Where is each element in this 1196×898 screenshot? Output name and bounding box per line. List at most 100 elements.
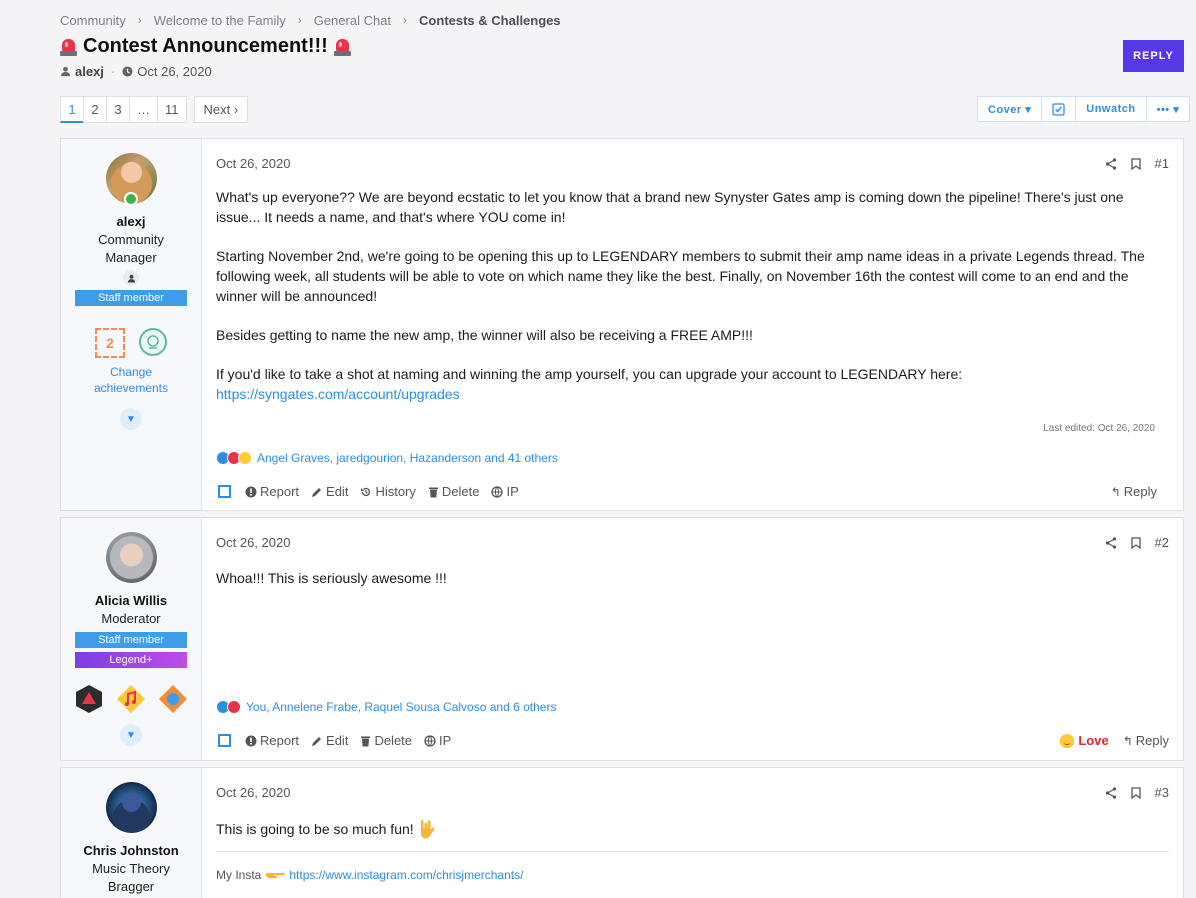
page-title: Contest Announcement!!! bbox=[60, 35, 351, 58]
post-body: What's up everyone?? We are beyond ecsta… bbox=[216, 187, 1169, 404]
post-username[interactable]: Alicia Willis bbox=[61, 593, 201, 608]
bookmark-icon[interactable] bbox=[1130, 536, 1141, 549]
chevron-down-icon[interactable]: ▼ bbox=[120, 408, 142, 430]
ip-button[interactable]: IP bbox=[424, 733, 451, 748]
share-icon[interactable] bbox=[1105, 786, 1117, 799]
reaction-users[interactable]: You, Annelene Frabe, Raquel Sousa Calvos… bbox=[246, 700, 556, 714]
post-number[interactable]: #2 bbox=[1155, 535, 1169, 550]
upgrade-link[interactable]: https://syngates.com/account/upgrades bbox=[216, 386, 460, 402]
reactions-bar[interactable]: Angel Graves, jaredgourion, Hazanderson … bbox=[216, 451, 558, 465]
post-footer: Report Edit History Delete IP ↰ Reply bbox=[218, 484, 1169, 499]
pointing-hand-icon bbox=[266, 873, 286, 879]
post-1: alexj Community Manager Staff member 2 C… bbox=[60, 138, 1184, 511]
post-text: Whoa!!! This is seriously awesome !!! bbox=[216, 570, 447, 586]
avatar[interactable] bbox=[105, 532, 157, 583]
bookmark-icon[interactable] bbox=[1130, 157, 1141, 170]
user-title: Music Theory Bragger bbox=[92, 861, 170, 894]
trash-icon bbox=[428, 487, 438, 497]
clock-icon bbox=[122, 66, 133, 77]
history-icon bbox=[361, 487, 371, 496]
bookmark-icon[interactable] bbox=[1130, 786, 1141, 799]
delete-button[interactable]: Delete bbox=[428, 484, 479, 499]
change-achievements-link[interactable]: Change achievements bbox=[83, 364, 179, 396]
select-checkbox[interactable] bbox=[218, 734, 231, 747]
reactions-bar[interactable]: You, Annelene Frabe, Raquel Sousa Calvos… bbox=[216, 700, 556, 714]
select-checkbox[interactable] bbox=[218, 485, 231, 498]
more-options-button[interactable]: ••• ▾ bbox=[1147, 97, 1190, 121]
music-note-icon[interactable] bbox=[116, 684, 146, 714]
reply-post-button[interactable]: ↰ Reply bbox=[1111, 484, 1157, 499]
pencil-icon bbox=[312, 736, 322, 746]
report-button[interactable]: Report bbox=[245, 733, 299, 748]
alert-icon bbox=[245, 486, 257, 497]
achievements bbox=[61, 684, 201, 714]
page-3[interactable]: 3 bbox=[106, 96, 130, 123]
signature-divider bbox=[216, 851, 1169, 852]
love-reaction-button[interactable]: Love bbox=[1060, 733, 1109, 748]
share-icon[interactable] bbox=[1105, 536, 1117, 549]
instagram-link[interactable]: https://www.instagram.com/chrisjmerchant… bbox=[289, 868, 523, 882]
post-body: Whoa!!! This is seriously awesome !!! bbox=[216, 568, 1169, 607]
post-date[interactable]: Oct 26, 2020 bbox=[216, 156, 290, 171]
edit-button[interactable]: Edit bbox=[311, 484, 348, 499]
avatar[interactable] bbox=[105, 782, 157, 833]
achievement-icon[interactable] bbox=[158, 684, 188, 714]
breadcrumb-community[interactable]: Community bbox=[60, 13, 126, 28]
edit-button[interactable]: Edit bbox=[311, 733, 348, 748]
reply-button[interactable]: REPLY bbox=[1123, 40, 1184, 72]
achievement-icon[interactable] bbox=[74, 684, 104, 714]
post-content: Oct 26, 2020 #2 Whoa!!! This is seriousl… bbox=[202, 518, 1183, 760]
online-status-icon bbox=[124, 192, 138, 206]
post-date[interactable]: Oct 26, 2020 bbox=[216, 785, 290, 800]
post-username[interactable]: alexj bbox=[61, 214, 201, 229]
breadcrumb: Community › Welcome to the Family › Gene… bbox=[60, 13, 561, 28]
check-icon[interactable] bbox=[1042, 97, 1077, 121]
love-icon bbox=[227, 700, 241, 714]
page-1[interactable]: 1 bbox=[60, 96, 84, 123]
post-tools: #2 bbox=[1105, 535, 1169, 550]
user-title: Community Manager bbox=[98, 232, 164, 265]
legend-plus-banner: Legend+ bbox=[75, 652, 187, 668]
globe-icon bbox=[424, 734, 436, 747]
reply-icon: ↰ bbox=[1122, 733, 1133, 748]
heart-eyes-icon bbox=[1060, 733, 1075, 748]
page-2[interactable]: 2 bbox=[83, 96, 107, 123]
page-11[interactable]: 11 bbox=[157, 96, 187, 123]
report-button[interactable]: Report bbox=[245, 484, 299, 499]
post-paragraph: What's up everyone?? We are beyond ecsta… bbox=[216, 189, 1124, 225]
post-user-sidebar: Chris Johnston Music Theory Bragger bbox=[61, 768, 202, 898]
post-paragraph: Besides getting to name the new amp, the… bbox=[216, 327, 753, 343]
post-username[interactable]: Chris Johnston bbox=[61, 843, 201, 858]
reply-post-button[interactable]: ↰ Reply bbox=[1123, 733, 1169, 748]
share-icon[interactable] bbox=[1105, 157, 1117, 170]
chevron-down-icon[interactable]: ▼ bbox=[120, 724, 142, 746]
cover-button[interactable]: Cover ▾ bbox=[978, 97, 1043, 121]
breadcrumb-general-chat[interactable]: General Chat bbox=[314, 13, 391, 28]
breadcrumb-welcome[interactable]: Welcome to the Family bbox=[154, 13, 286, 28]
post-tools: #1 bbox=[1105, 156, 1169, 171]
trophy-count-icon[interactable]: 2 bbox=[95, 328, 125, 358]
rock-hand-icon bbox=[420, 820, 435, 839]
thread-author[interactable]: alexj bbox=[75, 64, 104, 79]
breadcrumb-contests[interactable]: Contests & Challenges bbox=[419, 13, 561, 28]
unwatch-button[interactable]: Unwatch bbox=[1076, 97, 1147, 121]
alert-icon bbox=[245, 735, 257, 746]
siren-icon bbox=[333, 38, 351, 56]
post-number[interactable]: #3 bbox=[1155, 785, 1169, 800]
post-content: Oct 26, 2020 #1 What's up everyone?? We … bbox=[202, 139, 1183, 510]
history-button[interactable]: History bbox=[360, 484, 416, 499]
reaction-icons bbox=[216, 700, 241, 714]
post-number[interactable]: #1 bbox=[1155, 156, 1169, 171]
post-date[interactable]: Oct 26, 2020 bbox=[216, 535, 290, 550]
post-content: Oct 26, 2020 #3 This is going to be so m… bbox=[202, 768, 1183, 898]
delete-button[interactable]: Delete bbox=[360, 733, 412, 748]
ip-button[interactable]: IP bbox=[491, 484, 519, 499]
next-page-button[interactable]: Next › bbox=[193, 96, 249, 123]
page-ellipsis[interactable]: … bbox=[129, 96, 158, 123]
reaction-users[interactable]: Angel Graves, jaredgourion, Hazanderson … bbox=[257, 451, 558, 465]
chevron-right-icon: › bbox=[137, 13, 142, 27]
post-paragraph: Starting November 2nd, we're going to be… bbox=[216, 248, 1145, 304]
achievement-badge-icon[interactable] bbox=[139, 328, 167, 356]
siren-icon bbox=[60, 38, 77, 56]
reply-icon: ↰ bbox=[1110, 484, 1121, 499]
